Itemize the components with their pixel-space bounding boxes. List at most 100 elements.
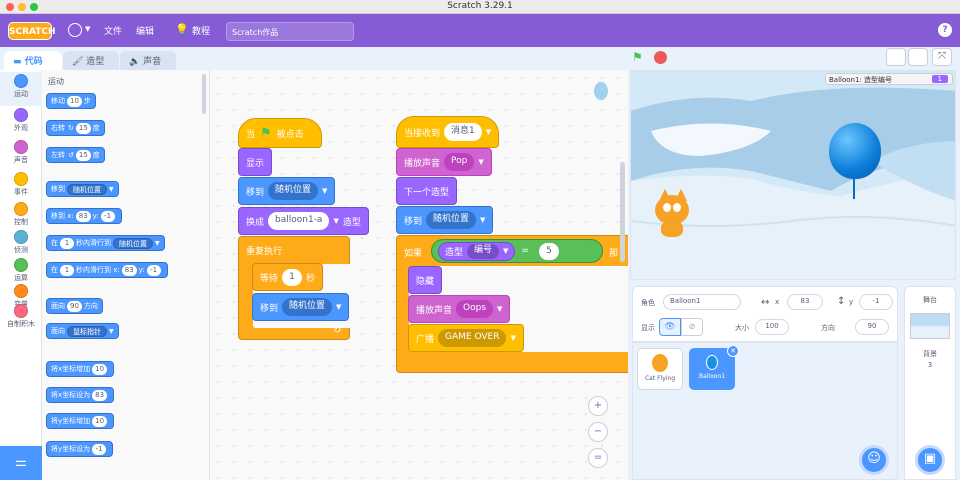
block-wait[interactable]: 等待 1 秒: [252, 263, 324, 291]
balloon-sprite[interactable]: [829, 123, 881, 179]
category-my-blocks[interactable]: 自制积木: [0, 302, 42, 336]
window-titlebar: Scratch 3.29.1: [0, 0, 960, 14]
size-input[interactable]: 100: [755, 319, 789, 335]
palette-block-move[interactable]: 移动 10 步: [46, 93, 96, 109]
palette-block-turn-right[interactable]: 右转 ↻ 15 度: [46, 120, 105, 136]
window-title: Scratch 3.29.1: [447, 1, 513, 11]
palette-block-point-direction[interactable]: 面向 90 方向: [46, 298, 103, 314]
category-events[interactable]: 事件: [0, 170, 42, 204]
stage-header: ⚑ ⤧: [628, 44, 960, 70]
help-icon[interactable]: ?: [938, 23, 952, 37]
tutorials-menu[interactable]: 教程: [192, 24, 210, 37]
loop-arrow-icon: ↻: [333, 325, 342, 336]
palette-section-title: 运动: [48, 77, 64, 86]
stop-icon[interactable]: [654, 51, 667, 64]
palette-block-glide-xy[interactable]: 在 1 秒内滑行到 x: 83 y: -1: [46, 262, 168, 278]
cat-thumbnail-icon: [652, 354, 668, 372]
palette-block-change-x[interactable]: 将x坐标增加 10: [46, 361, 115, 377]
backdrop-thumbnail: [910, 313, 950, 339]
direction-input[interactable]: 90: [855, 319, 889, 335]
x-label: x: [775, 298, 780, 306]
block-play-sound-2[interactable]: 播放声音 Oops ▼: [408, 295, 511, 323]
extension-button[interactable]: ⚌: [0, 446, 42, 480]
y-label: y: [849, 298, 854, 306]
chevron-down-icon: ▼: [85, 25, 91, 33]
category-dot-icon: [14, 304, 28, 318]
cat-sprite[interactable]: [645, 189, 699, 241]
category-menu: 运动 外观 声音 事件 控制 侦测 运算 变量 自制积木 ⚌: [0, 70, 42, 480]
category-dot-icon: [14, 230, 28, 244]
if-label: 如果: [404, 249, 423, 259]
palette-block-goto-xy[interactable]: 移到 x: 83 y: -1: [46, 208, 122, 224]
add-sprite-button[interactable]: ☺: [859, 445, 889, 475]
category-sound[interactable]: 声音: [0, 138, 42, 172]
palette-block-glide[interactable]: 在 1 秒内滑行到 随机位置 ▼: [46, 235, 165, 251]
tab-costumes[interactable]: 🖌 造型: [63, 51, 119, 70]
zoom-in-button[interactable]: +: [588, 396, 608, 416]
fullscreen-button[interactable]: ⤧: [932, 48, 952, 66]
zoom-reset-button[interactable]: =: [588, 448, 608, 468]
add-backdrop-button[interactable]: ▣: [915, 445, 945, 475]
category-motion[interactable]: 运动: [0, 72, 42, 106]
tab-code[interactable]: ▬ 代码: [4, 51, 62, 70]
palette-block-set-y[interactable]: 将y坐标设为 -1: [46, 441, 114, 457]
stage-selector-title: 舞台: [923, 296, 937, 304]
zoom-out-button[interactable]: −: [588, 422, 608, 442]
code-workspace[interactable]: 当 ⚑ 被点击 显示 移到 随机位置 ▼ 换成 balloon1-a ▼ 造型 重复执行 ↻ …: [210, 70, 628, 480]
stage-backdrop: [631, 71, 955, 279]
block-switch-costume[interactable]: 换成 balloon1-a ▼ 造型: [238, 207, 369, 235]
delete-sprite-icon[interactable]: ✕: [727, 345, 739, 357]
equals-operator-block[interactable]: 造型 编号 ▼ = 5: [431, 239, 603, 263]
stage-selector[interactable]: 舞台 背景 3 ▣: [904, 286, 956, 480]
stage-canvas[interactable]: Balloon1: 造型编号 1: [630, 70, 956, 280]
file-menu[interactable]: 文件: [104, 24, 122, 37]
palette-block-turn-left[interactable]: 左转 ↺ 15 度: [46, 147, 105, 163]
palette-block-set-x[interactable]: 将x坐标设为 83: [46, 387, 115, 403]
backdrops-label: 背景: [923, 350, 937, 358]
block-play-sound[interactable]: 播放声音 Pop ▼: [396, 148, 492, 176]
green-flag-icon[interactable]: ⚑: [632, 51, 646, 63]
block-broadcast[interactable]: 广播 GAME OVER ▼: [408, 324, 524, 352]
image-add-icon: ▣: [923, 451, 937, 466]
variable-monitor-value: 1: [931, 75, 948, 83]
palette-scrollbar[interactable]: [202, 74, 206, 114]
sprite-name-input[interactable]: Balloon1: [663, 294, 741, 310]
sprite-info-panel: 角色 Balloon1 ↔ x 83 ↕ y -1 显示 👁 ⊘ 大小 100 …: [632, 286, 898, 342]
palette-block-goto[interactable]: 移到 随机位置 ▼: [46, 181, 119, 197]
rotate-right-icon: ↻: [68, 124, 74, 132]
category-looks[interactable]: 外观: [0, 106, 42, 140]
category-dot-icon: [14, 172, 28, 186]
scratch-logo[interactable]: SCRATCH: [8, 22, 56, 40]
workspace-scrollbar[interactable]: [620, 162, 625, 262]
category-dot-icon: [14, 258, 28, 272]
edit-menu[interactable]: 编辑: [136, 24, 154, 37]
block-goto-1[interactable]: 移到 随机位置 ▼: [238, 177, 336, 205]
speaker-icon: 🔈: [129, 57, 144, 67]
palette-block-change-y[interactable]: 将y坐标增加 10: [46, 413, 115, 429]
sprite-card-cat-flying[interactable]: Cat Flying: [637, 348, 683, 390]
menu-bar: SCRATCH ▼ 文件 编辑 💡 教程 Scratch作品 ?: [0, 14, 960, 47]
x-position-input[interactable]: 83: [787, 294, 823, 310]
y-position-input[interactable]: -1: [859, 294, 893, 310]
normal-stage-button[interactable]: [908, 48, 928, 66]
balloon-thumbnail-icon: [706, 355, 718, 370]
block-when-receive[interactable]: 当接收到 消息1 ▼: [396, 116, 500, 148]
project-title-input[interactable]: Scratch作品: [226, 22, 354, 41]
palette-block-point-towards[interactable]: 面向 鼠标指针 ▼: [46, 323, 119, 339]
direction-label: 方向: [821, 324, 835, 332]
block-next-costume[interactable]: 下一个造型: [396, 177, 458, 205]
show-hidden-button[interactable]: ⊘: [681, 318, 703, 336]
language-globe-icon[interactable]: [68, 23, 82, 37]
code-icon: ▬: [13, 57, 25, 67]
block-show[interactable]: 显示: [238, 148, 273, 176]
block-hide[interactable]: 隐藏: [408, 266, 443, 294]
costume-number-reporter[interactable]: 造型 编号 ▼: [438, 241, 516, 261]
block-goto-2[interactable]: 移到 随机位置 ▼: [252, 293, 350, 321]
show-visible-button[interactable]: 👁: [659, 318, 681, 336]
tab-sounds[interactable]: 🔈 声音: [120, 51, 176, 70]
block-goto-3[interactable]: 移到 随机位置 ▼: [396, 206, 494, 234]
block-when-flag-clicked[interactable]: 当 ⚑ 被点击: [238, 118, 322, 148]
variable-monitor[interactable]: Balloon1: 造型编号 1: [825, 73, 953, 85]
x-arrow-icon: ↔: [761, 297, 770, 308]
small-stage-button[interactable]: [886, 48, 906, 66]
